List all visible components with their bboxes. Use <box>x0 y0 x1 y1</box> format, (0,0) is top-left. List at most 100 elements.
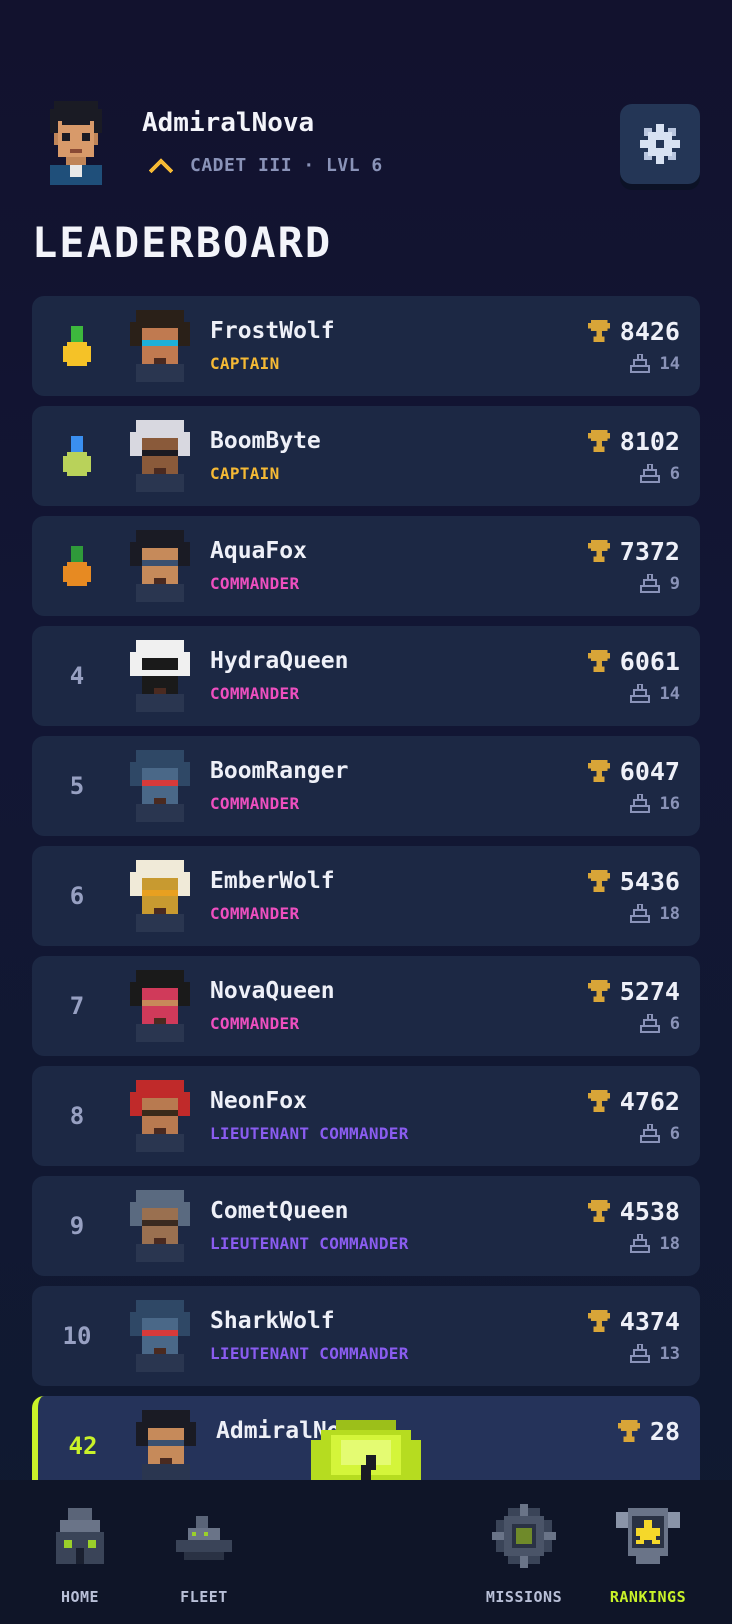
score-group: 6047 <box>587 756 680 786</box>
player-score: 28 <box>649 1416 680 1446</box>
player-ship-count: 6 <box>669 1014 680 1034</box>
trophy-icon <box>587 1090 610 1112</box>
leaderboard-row[interactable]: BoomByte CAPTAIN 8102 6 <box>32 406 700 506</box>
player-avatar[interactable] <box>42 100 110 186</box>
player-ship-count: 16 <box>659 794 680 814</box>
player-score: 8102 <box>619 426 680 456</box>
nav-fleet-label: FLEET <box>180 1588 228 1606</box>
bottom-navigation: HOME FLEET MISSIONS RANKINGS <box>0 1480 732 1624</box>
player-score: 6061 <box>619 646 680 676</box>
player-ship-count: 14 <box>659 354 680 374</box>
score-group: 8426 <box>587 316 680 346</box>
ships-group: 18 <box>629 1232 680 1256</box>
player-score: 4762 <box>619 1086 680 1116</box>
ship-icon <box>629 1234 650 1253</box>
leaderboard-row[interactable]: 4 HydraQueen COMMANDER 6061 14 <box>32 626 700 726</box>
page-title: LEADERBOARD <box>32 218 333 267</box>
nav-fleet[interactable]: FLEET <box>144 1480 264 1624</box>
player-name: EmberWolf <box>210 868 335 894</box>
player-rank-title: CAPTAIN <box>210 464 280 483</box>
nav-rankings[interactable]: RANKINGS <box>588 1480 708 1624</box>
ship-icon <box>629 354 650 373</box>
ships-group: 6 <box>639 462 680 486</box>
gold-medal-icon <box>52 296 102 396</box>
target-icon <box>492 1504 556 1568</box>
rank-position: 6 <box>69 882 85 910</box>
trophy-icon <box>587 760 610 782</box>
ship-icon <box>629 1344 650 1363</box>
score-group: 8102 <box>587 426 680 456</box>
player-rank-title: COMMANDER <box>210 1014 300 1033</box>
player-ship-count: 6 <box>669 464 680 484</box>
player-avatar <box>124 530 196 602</box>
player-avatar <box>124 1080 196 1152</box>
leaderboard-row[interactable]: 10 SharkWolf LIEUTENANT COMMANDER 4374 13 <box>32 1286 700 1386</box>
player-ship-count: 18 <box>659 904 680 924</box>
nav-home-label: HOME <box>60 1588 100 1606</box>
score-group: 4374 <box>587 1306 680 1336</box>
leaderboard-row[interactable]: FrostWolf CAPTAIN 8426 14 <box>32 296 700 396</box>
leaderboard-row[interactable]: 6 EmberWolf COMMANDER 5436 18 <box>32 846 700 946</box>
trophy-icon <box>587 1310 610 1332</box>
ship-icon <box>629 904 650 923</box>
ships-group: 13 <box>629 1342 680 1366</box>
player-name: BoomByte <box>210 428 321 454</box>
player-name: FrostWolf <box>210 318 335 344</box>
player-avatar <box>130 1410 202 1480</box>
player-ship-count: 9 <box>669 574 680 594</box>
player-rank-title: COMMANDER <box>210 794 300 813</box>
player-rank-title: LIEUTENANT COMMANDER <box>210 1344 409 1363</box>
nav-home[interactable]: HOME <box>20 1480 140 1624</box>
player-avatar <box>124 1300 196 1372</box>
settings-button[interactable] <box>620 104 700 184</box>
leaderboard-row[interactable]: 8 NeonFox LIEUTENANT COMMANDER 4762 6 <box>32 1066 700 1166</box>
player-rank-title: COMMANDER <box>210 684 300 703</box>
ship-icon <box>639 1124 660 1143</box>
ship-icon <box>176 1516 232 1560</box>
rank-position: 7 <box>69 992 85 1020</box>
player-rank-title: COMMANDER <box>210 904 300 923</box>
leaderboard-list[interactable]: FrostWolf CAPTAIN 8426 14 BoomByte CAPTAIN 810… <box>32 296 700 1480</box>
trophy-icon <box>587 320 610 342</box>
rank-position: 8 <box>69 1102 85 1130</box>
leaderboard-row[interactable]: AquaFox COMMANDER 7372 9 <box>32 516 700 616</box>
player-ship-count: 13 <box>659 1344 680 1364</box>
star-badge-icon <box>616 1508 680 1564</box>
player-avatar <box>124 750 196 822</box>
ships-group: 6 <box>639 1122 680 1146</box>
trophy-icon <box>617 1420 640 1442</box>
player-ship-count: 6 <box>669 1124 680 1144</box>
ships-group: 16 <box>629 792 680 816</box>
profile-header: AdmiralNova CADET III · LVL 6 <box>0 0 732 200</box>
ship-icon <box>629 684 650 703</box>
ship-icon <box>639 1014 660 1033</box>
leaderboard-row[interactable]: 5 BoomRanger COMMANDER 6047 16 <box>32 736 700 836</box>
player-avatar <box>124 310 196 382</box>
leaderboard-row[interactable]: 9 CometQueen LIEUTENANT COMMANDER 4538 18 <box>32 1176 700 1276</box>
player-ship-count: 14 <box>659 684 680 704</box>
player-score: 8426 <box>619 316 680 346</box>
nav-missions-label: MISSIONS <box>485 1588 563 1606</box>
bronze-medal-icon <box>52 516 102 616</box>
ships-group: 14 <box>629 352 680 376</box>
player-rank-title: COMMANDER <box>210 574 300 593</box>
trophy-icon <box>587 430 610 452</box>
score-group: 4762 <box>587 1086 680 1116</box>
player-score: 4538 <box>619 1196 680 1226</box>
player-name: HydraQueen <box>210 648 349 674</box>
rank-position: 10 <box>62 1322 92 1350</box>
ships-group: 9 <box>639 572 680 596</box>
nav-rankings-label: RANKINGS <box>609 1588 687 1606</box>
silver-medal-icon <box>52 406 102 506</box>
player-name: NeonFox <box>210 1088 307 1114</box>
player-score: 5436 <box>619 866 680 896</box>
player-name: BoomRanger <box>210 758 349 784</box>
player-score: 6047 <box>619 756 680 786</box>
nav-missions[interactable]: MISSIONS <box>464 1480 584 1624</box>
leaderboard-row[interactable]: 7 NovaQueen COMMANDER 5274 6 <box>32 956 700 1056</box>
player-ship-count: 18 <box>659 1234 680 1254</box>
player-avatar <box>124 970 196 1042</box>
rank-position: 42 <box>68 1432 98 1460</box>
player-avatar <box>124 640 196 712</box>
player-rank-title: LIEUTENANT COMMANDER <box>210 1124 409 1143</box>
